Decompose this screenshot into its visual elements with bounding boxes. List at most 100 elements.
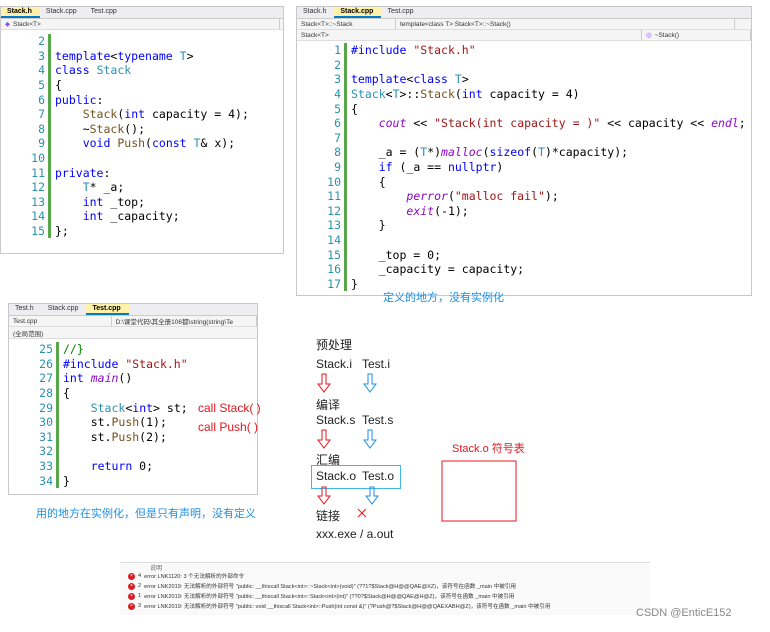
code-token: < <box>385 87 393 102</box>
code-token: & x); <box>200 136 236 151</box>
code-line: 1 #include "Stack.h" <box>297 43 751 58</box>
error-icon: × <box>128 572 135 580</box>
error-row[interactable]: × 2 error LNK2019: 无法解析的外部符号 "public: __th… <box>120 581 650 591</box>
line-number: 13 <box>327 218 341 233</box>
change-gutter <box>344 115 347 131</box>
code-line: 3 template < typename T > <box>1 48 283 64</box>
code-token: )*capacity); <box>544 145 629 160</box>
line-number: 11 <box>327 189 341 204</box>
code-editor[interactable]: 2 3 template < typename T >4 class Stack 5{6 pub… <box>1 30 283 239</box>
code-token: < <box>125 400 133 415</box>
member-dropdown[interactable]: ◎ ~Stack() <box>642 30 751 40</box>
change-gutter <box>48 209 51 224</box>
code-line: 27 int main() <box>9 371 257 386</box>
code-token: ( <box>531 145 539 160</box>
code-line: 7 <box>297 130 751 146</box>
path-dropdown[interactable]: D:\课堂代码\其全册106都\string(string\Te <box>112 316 257 326</box>
class-dropdown[interactable]: Stack<T> <box>297 30 642 40</box>
annotation-call-push: call Push( ) <box>198 420 259 434</box>
error-row[interactable]: × 3 error LNK2019: 无法解析的外部符号 "public: void… <box>120 601 650 611</box>
navigation-bar-2: Stack<T> ◎ ~Stack() <box>297 30 751 41</box>
tab-stack-cpp[interactable]: Stack.cpp <box>42 304 87 315</box>
scope-dropdown[interactable]: template<class T> Stack<T>::~Stack() <box>396 19 735 29</box>
project-dropdown[interactable]: Test.cpp <box>9 316 112 326</box>
code-token: T <box>193 136 201 151</box>
tab-stack-cpp[interactable]: Stack.cpp <box>40 7 85 18</box>
error-list-panel: 说明 × 4 error LNK1120: 3 个无法解析的外部命令 × 2 error … <box>120 562 650 615</box>
error-list-header: 说明 <box>150 566 163 572</box>
tab-test-cpp[interactable]: Test.cpp <box>86 304 129 315</box>
code-token: //} <box>63 342 84 357</box>
line-number: 17 <box>327 276 341 291</box>
error-row[interactable]: × 4 error LNK1120: 3 个无法解析的外部命令 <box>120 571 650 581</box>
code-token: > st; <box>153 400 188 415</box>
code-line: 5{ <box>297 101 751 116</box>
line-number: 14 <box>31 209 45 224</box>
tab-stack-h[interactable]: Stack.h <box>297 7 334 18</box>
code-token: #include <box>351 43 407 58</box>
line-number: 32 <box>39 444 53 459</box>
error-number: 4 <box>138 573 142 579</box>
tab-test-h[interactable]: Test.h <box>9 304 42 315</box>
annotation-definition: 定义的地方，没有实例化 <box>383 292 504 304</box>
code-token: malloc <box>441 145 483 160</box>
code-token: nullptr <box>447 160 497 175</box>
code-line: 15 _top = 0; <box>297 247 751 262</box>
code-line: 11 perror("malloc fail"); <box>297 188 751 204</box>
code-token: T <box>82 180 90 195</box>
line-number: 2 <box>38 34 45 49</box>
code-token: (2); <box>139 429 167 444</box>
code-token: Stack <box>89 121 125 136</box>
code-token: class <box>413 72 448 87</box>
change-gutter <box>344 159 347 175</box>
code-line: 13 } <box>297 218 751 233</box>
code-token: st. <box>63 415 112 430</box>
code-editor[interactable]: 1 #include "Stack.h" 2 3 template < class T >4 S… <box>297 41 751 292</box>
code-line: 13 int _top; <box>1 194 283 210</box>
function-dropdown[interactable]: Stack<T>::~Stack <box>297 19 396 29</box>
line-number: 9 <box>38 136 45 151</box>
arrow-down-icon <box>317 373 331 393</box>
code-token: int <box>124 107 146 122</box>
code-token: perror <box>406 189 448 204</box>
code-token: () <box>118 371 133 386</box>
code-token: { <box>55 78 62 93</box>
tab-stack-cpp[interactable]: Stack.cpp <box>334 7 382 18</box>
change-gutter <box>56 429 59 445</box>
code-line: 17} <box>297 276 751 292</box>
tab-test-cpp[interactable]: Test.cpp <box>381 7 421 18</box>
line-number: 13 <box>31 194 45 209</box>
line-number: 16 <box>327 262 341 277</box>
code-line: 16 _capacity = capacity; <box>297 261 751 277</box>
code-token: T <box>392 87 400 102</box>
tab-test-cpp[interactable]: Test.cpp <box>85 7 125 18</box>
file-test-o: Test.o <box>362 469 395 483</box>
line-number: 10 <box>327 174 341 189</box>
line-number: 7 <box>334 130 341 145</box>
code-token: #include <box>63 356 119 371</box>
line-number: 33 <box>39 459 53 474</box>
code-token: } <box>63 473 70 488</box>
code-token: void <box>82 136 111 151</box>
error-row[interactable]: × 1 error LNK2019: 无法解析的外部符号 "public: __th… <box>120 591 650 601</box>
error-text: error LNK2019: 无法解析的外部符号 "public: void _… <box>144 604 551 610</box>
line-number: 6 <box>38 92 45 107</box>
line-number: 1 <box>334 43 341 58</box>
tab-stack-h[interactable]: Stack.h <box>1 7 40 18</box>
change-gutter <box>48 121 51 137</box>
change-gutter <box>48 223 51 239</box>
change-gutter <box>344 174 347 189</box>
code-token: < <box>406 72 414 87</box>
code-token: capacity = 4) <box>482 87 580 102</box>
change-gutter <box>48 194 51 210</box>
change-gutter <box>56 473 59 488</box>
line-number: 5 <box>38 78 45 93</box>
class-dropdown[interactable]: ◆ Stack<T> <box>1 19 280 29</box>
